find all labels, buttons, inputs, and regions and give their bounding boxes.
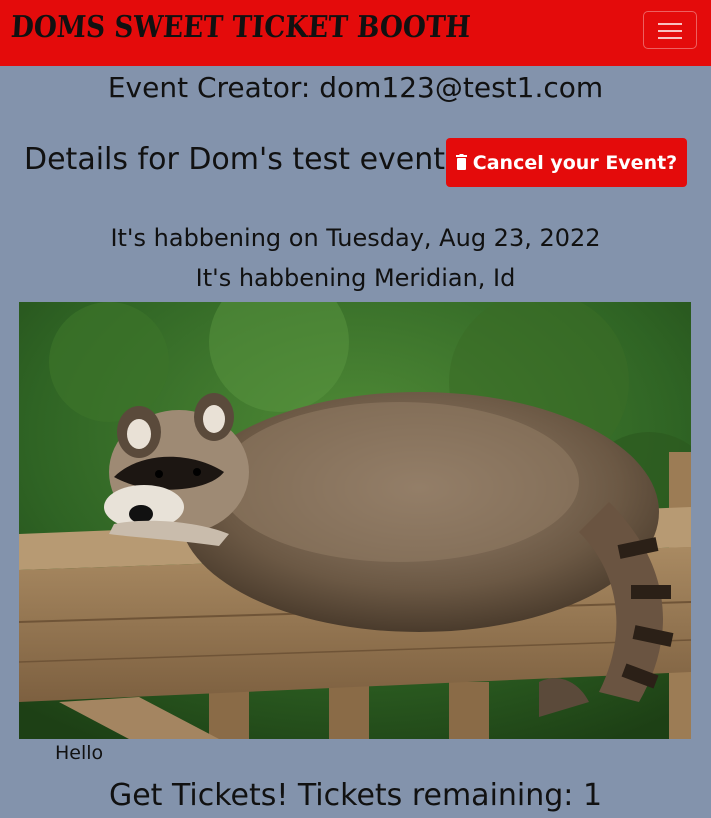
event-date: It's habbening on Tuesday, Aug 23, 2022: [110, 224, 601, 252]
raccoon-image: [19, 302, 691, 739]
page-title: Details for Dom's test event: [24, 142, 446, 177]
cancel-event-label: Cancel your Event?: [472, 151, 678, 174]
brand-logo[interactable]: Doms Sweet Ticket Booth: [10, 10, 472, 45]
event-location: It's habbening Meridian, Id: [195, 264, 516, 292]
cancel-event-button[interactable]: Cancel your Event?: [446, 138, 687, 187]
navbar-toggle-button[interactable]: [643, 11, 697, 49]
navbar: Doms Sweet Ticket Booth: [0, 0, 711, 66]
hamburger-icon-bar: [658, 37, 682, 39]
details-header: Details for Dom's test event Cancel your…: [0, 136, 711, 188]
trash-icon: [455, 153, 467, 170]
hamburger-icon-bar: [658, 30, 682, 32]
hamburger-icon: [658, 23, 682, 25]
event-description: Hello: [55, 742, 104, 764]
event-creator: Event Creator: dom123@test1.com: [107, 71, 604, 104]
get-tickets-heading: Get Tickets! Tickets remaining: 1: [108, 778, 603, 813]
event-image: [19, 302, 691, 739]
